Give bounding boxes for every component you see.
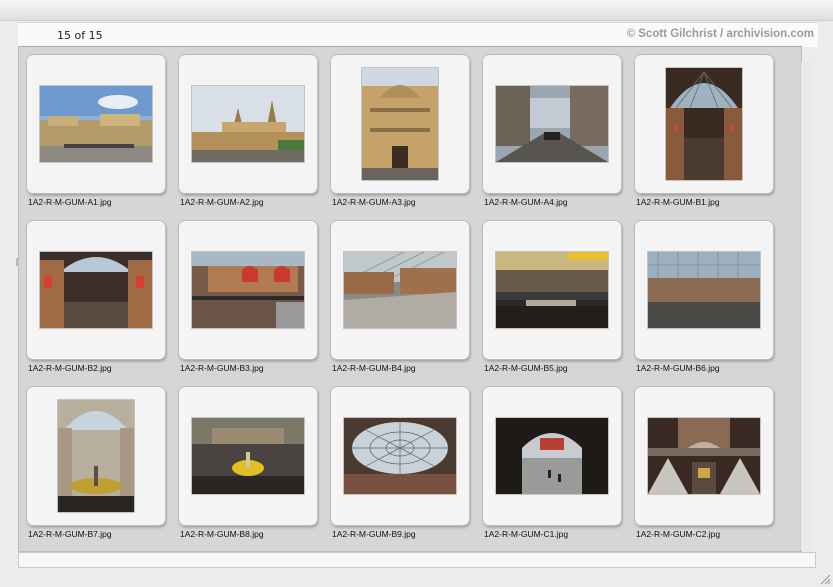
slide-filename: 1A2-R-M-GUM-B7.jpg <box>28 529 112 539</box>
viewer-header: 15 of 15 © Scott Gilchrist / archivision… <box>18 22 818 47</box>
slide-filename: 1A2-R-M-GUM-A1.jpg <box>28 197 112 207</box>
slide-image <box>40 86 152 162</box>
slide-image <box>344 252 456 328</box>
slide-cell: 1A2-R-M-GUM-A1.jpg <box>21 49 173 215</box>
slide-cell: 1A2-R-M-GUM-A4.jpg <box>477 49 629 215</box>
slide-thumbnail[interactable] <box>635 221 773 359</box>
photo-image <box>666 68 742 180</box>
slide-cell: 1A2-R-M-GUM-A2.jpg <box>173 49 325 215</box>
slide-thumbnail[interactable] <box>27 221 165 359</box>
slide-thumbnail[interactable] <box>483 55 621 193</box>
slide-filename: 1A2-R-M-GUM-B9.jpg <box>332 529 416 539</box>
photo-image <box>496 418 608 494</box>
photo-image <box>496 86 608 162</box>
slide-image <box>496 418 608 494</box>
slide-thumbnail[interactable] <box>27 55 165 193</box>
slide-image <box>496 252 608 328</box>
slide-filename: 1A2-R-M-GUM-B1.jpg <box>636 197 720 207</box>
slide-filename: 1A2-R-M-GUM-B5.jpg <box>484 363 568 373</box>
slide-cell: 1A2-R-M-GUM-B4.jpg <box>325 215 477 381</box>
vertical-scrollbar[interactable] <box>800 62 813 550</box>
slide-thumbnail[interactable] <box>331 221 469 359</box>
slide-filename: 1A2-R-M-GUM-B4.jpg <box>332 363 416 373</box>
slide-cell: 1A2-R-M-GUM-C2.jpg <box>629 381 781 547</box>
slide-thumbnail[interactable] <box>179 55 317 193</box>
slide-thumbnail[interactable] <box>27 387 165 525</box>
slide-thumbnail[interactable] <box>635 387 773 525</box>
slide-cell: 1A2-R-M-GUM-B1.jpg <box>629 49 781 215</box>
slide-thumbnail[interactable] <box>483 221 621 359</box>
photo-image <box>192 86 304 162</box>
toolbar-strip <box>0 0 833 21</box>
slide-image <box>648 418 760 494</box>
slide-filename: 1A2-R-M-GUM-A2.jpg <box>180 197 264 207</box>
slide-filename: 1A2-R-M-GUM-B8.jpg <box>180 529 264 539</box>
slide-image <box>666 68 742 180</box>
photo-image <box>58 400 134 512</box>
photo-image <box>192 418 304 494</box>
slide-cell: 1A2-R-M-GUM-B5.jpg <box>477 215 629 381</box>
photo-image <box>192 252 304 328</box>
slide-cell: 1A2-R-M-GUM-B8.jpg <box>173 381 325 547</box>
slide-image <box>192 418 304 494</box>
slide-thumbnail[interactable] <box>331 387 469 525</box>
slide-filename: 1A2-R-M-GUM-C2.jpg <box>636 529 721 539</box>
slide-thumbnail[interactable] <box>179 387 317 525</box>
slide-image <box>344 418 456 494</box>
photo-image <box>40 86 152 162</box>
status-bar <box>18 552 816 568</box>
slide-cell: 1A2-R-M-GUM-B2.jpg <box>21 215 173 381</box>
photo-image <box>40 252 152 328</box>
slide-cell: 1A2-R-M-GUM-B9.jpg <box>325 381 477 547</box>
slide-filename: 1A2-R-M-GUM-A4.jpg <box>484 197 568 207</box>
copyright-credit: © Scott Gilchrist / archivision.com <box>626 28 814 40</box>
photo-image <box>362 68 438 180</box>
slide-filename: 1A2-R-M-GUM-B3.jpg <box>180 363 264 373</box>
photo-image <box>648 252 760 328</box>
photo-image <box>344 418 456 494</box>
slide-filename: 1A2-R-M-GUM-A3.jpg <box>332 197 416 207</box>
slide-image <box>496 86 608 162</box>
slide-filename: 1A2-R-M-GUM-B6.jpg <box>636 363 720 373</box>
slide-image <box>648 252 760 328</box>
slide-thumbnail[interactable] <box>635 55 773 193</box>
slide-cell: 1A2-R-M-GUM-C1.jpg <box>477 381 629 547</box>
slide-cell: 1A2-R-M-GUM-B6.jpg <box>629 215 781 381</box>
slide-image <box>362 68 438 180</box>
slide-image <box>40 252 152 328</box>
slide-thumbnail[interactable] <box>483 387 621 525</box>
slide-thumbnail[interactable] <box>331 55 469 193</box>
slide-filename: 1A2-R-M-GUM-C1.jpg <box>484 529 569 539</box>
slide-thumbnail[interactable] <box>179 221 317 359</box>
slide-image <box>192 86 304 162</box>
photo-image <box>496 252 608 328</box>
slide-image <box>58 400 134 512</box>
lightbox-panel: 1A2-R-M-GUM-A1.jpg 1A2-R-M-GUM-A2.jpg 1A2-… <box>18 46 802 552</box>
photo-image <box>344 252 456 328</box>
resize-grip-icon[interactable] <box>819 573 831 585</box>
slide-filename: 1A2-R-M-GUM-B2.jpg <box>28 363 112 373</box>
slide-image <box>192 252 304 328</box>
slide-cell: 1A2-R-M-GUM-A3.jpg <box>325 49 477 215</box>
slide-counter: 15 of 15 <box>57 29 103 42</box>
slide-cell: 1A2-R-M-GUM-B7.jpg <box>21 381 173 547</box>
photo-image <box>648 418 760 494</box>
slide-cell: 1A2-R-M-GUM-B3.jpg <box>173 215 325 381</box>
